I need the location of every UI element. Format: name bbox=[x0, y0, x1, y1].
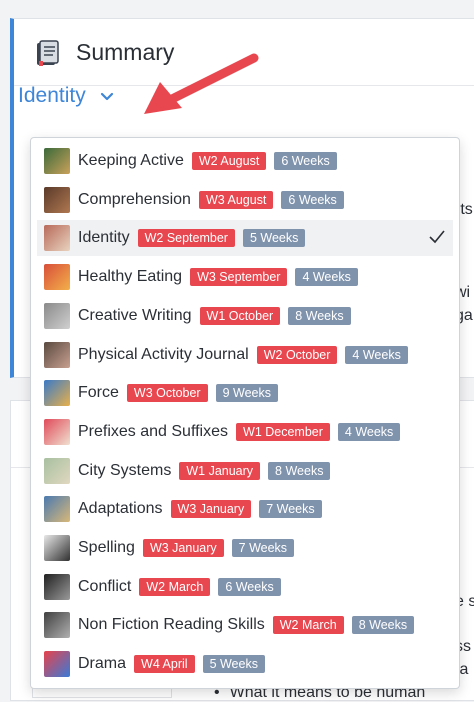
unit-option[interactable]: Healthy Eating W3 September 4 Weeks bbox=[37, 259, 453, 295]
unit-option[interactable]: Identity W2 September 5 Weeks bbox=[37, 220, 453, 257]
duration-badge: 8 Weeks bbox=[351, 616, 415, 635]
unit-option-label: Drama bbox=[78, 655, 127, 673]
unit-thumbnail bbox=[44, 651, 70, 678]
unit-option[interactable]: Prefixes and Suffixes W1 December 4 Weeks bbox=[37, 414, 453, 450]
duration-badge: 8 Weeks bbox=[268, 461, 331, 480]
start-badge: W3 September bbox=[190, 268, 288, 287]
unit-option-label: Adaptations bbox=[78, 500, 163, 518]
duration-badge: 5 Weeks bbox=[242, 229, 306, 248]
duration-badge: 6 Weeks bbox=[218, 577, 281, 596]
unit-option[interactable]: Comprehension W3 August 6 Weeks bbox=[37, 182, 453, 218]
start-badge: W3 October bbox=[126, 384, 208, 403]
unit-dropdown-menu: Keeping Active W2 August 6 Weeks Comprehens… bbox=[30, 137, 460, 689]
duration-badge: 4 Weeks bbox=[337, 422, 401, 441]
unit-option-label: City Systems bbox=[78, 461, 172, 479]
unit-thumbnail bbox=[44, 418, 70, 445]
arrow-icon bbox=[144, 53, 259, 114]
start-badge: W4 April bbox=[134, 655, 195, 674]
unit-thumbnail bbox=[44, 264, 70, 291]
duration-badge: 7 Weeks bbox=[259, 500, 322, 519]
unit-select-value: Identity bbox=[18, 84, 86, 107]
unit-option[interactable]: Keeping Active W2 August 6 Weeks bbox=[37, 143, 453, 179]
duration-badge: 6 Weeks bbox=[274, 152, 337, 170]
start-badge: W2 September bbox=[137, 229, 235, 248]
book-icon bbox=[37, 40, 59, 66]
unit-thumbnail bbox=[44, 457, 70, 484]
start-badge: W1 October bbox=[199, 306, 281, 325]
unit-option[interactable]: City Systems W1 January 8 Weeks bbox=[37, 453, 453, 489]
unit-thumbnail bbox=[44, 496, 70, 523]
duration-badge: 4 Weeks bbox=[295, 268, 358, 287]
duration-badge: 4 Weeks bbox=[345, 345, 408, 364]
chevron-down-icon bbox=[100, 92, 113, 101]
unit-option-label: Force bbox=[78, 384, 119, 402]
unit-option-label: Non Fiction Reading Skills bbox=[78, 616, 265, 634]
duration-badge: 8 Weeks bbox=[288, 306, 351, 325]
check-icon bbox=[429, 230, 445, 244]
unit-option-label: Keeping Active bbox=[78, 152, 184, 169]
duration-badge: 6 Weeks bbox=[281, 190, 344, 209]
unit-option[interactable]: Conflict W2 March 6 Weeks bbox=[37, 569, 453, 605]
start-badge: W1 December bbox=[236, 422, 330, 441]
unit-option-label: Prefixes and Suffixes bbox=[78, 422, 229, 440]
unit-option-label: Conflict bbox=[78, 577, 132, 595]
unit-thumbnail bbox=[44, 341, 70, 368]
unit-option-label: Healthy Eating bbox=[78, 268, 183, 286]
unit-option-label: Identity bbox=[78, 229, 130, 247]
start-badge: W3 January bbox=[142, 539, 224, 557]
start-badge: W2 October bbox=[256, 345, 338, 364]
unit-option[interactable]: Force W3 October 9 Weeks bbox=[37, 375, 453, 411]
start-badge: W2 August bbox=[191, 152, 267, 170]
unit-thumbnail bbox=[44, 148, 70, 174]
duration-badge: 5 Weeks bbox=[202, 655, 265, 674]
start-badge: W3 August bbox=[198, 190, 274, 209]
unit-option-label: Comprehension bbox=[78, 190, 191, 208]
unit-thumbnail bbox=[44, 302, 70, 329]
start-badge: W1 January bbox=[179, 461, 261, 480]
unit-option[interactable]: Spelling W3 January 7 Weeks bbox=[37, 530, 453, 566]
unit-option-label: Spelling bbox=[78, 539, 135, 556]
unit-option[interactable]: Physical Activity Journal W2 October 4 Wee… bbox=[37, 337, 453, 373]
duration-badge: 7 Weeks bbox=[231, 539, 295, 557]
start-badge: W2 March bbox=[139, 577, 211, 596]
unit-thumbnail bbox=[44, 612, 70, 639]
unit-thumbnail bbox=[44, 573, 70, 600]
unit-select[interactable]: Identity bbox=[18, 84, 114, 108]
start-badge: W3 January bbox=[170, 500, 252, 519]
unit-option-label: Creative Writing bbox=[78, 306, 192, 324]
unit-thumbnail bbox=[44, 380, 70, 407]
unit-option[interactable]: Non Fiction Reading Skills W2 March 8 Week… bbox=[37, 607, 453, 643]
unit-thumbnail bbox=[44, 535, 70, 561]
unit-option[interactable]: Adaptations W3 January 7 Weeks bbox=[37, 491, 453, 527]
unit-option[interactable]: Drama W4 April 5 Weeks bbox=[37, 646, 453, 682]
unit-thumbnail bbox=[44, 186, 70, 213]
duration-badge: 9 Weeks bbox=[215, 384, 278, 403]
unit-option[interactable]: Creative Writing W1 October 8 Weeks bbox=[37, 298, 453, 334]
unit-thumbnail bbox=[44, 225, 70, 252]
unit-option-label: Physical Activity Journal bbox=[78, 345, 249, 363]
start-badge: W2 March bbox=[272, 616, 344, 635]
